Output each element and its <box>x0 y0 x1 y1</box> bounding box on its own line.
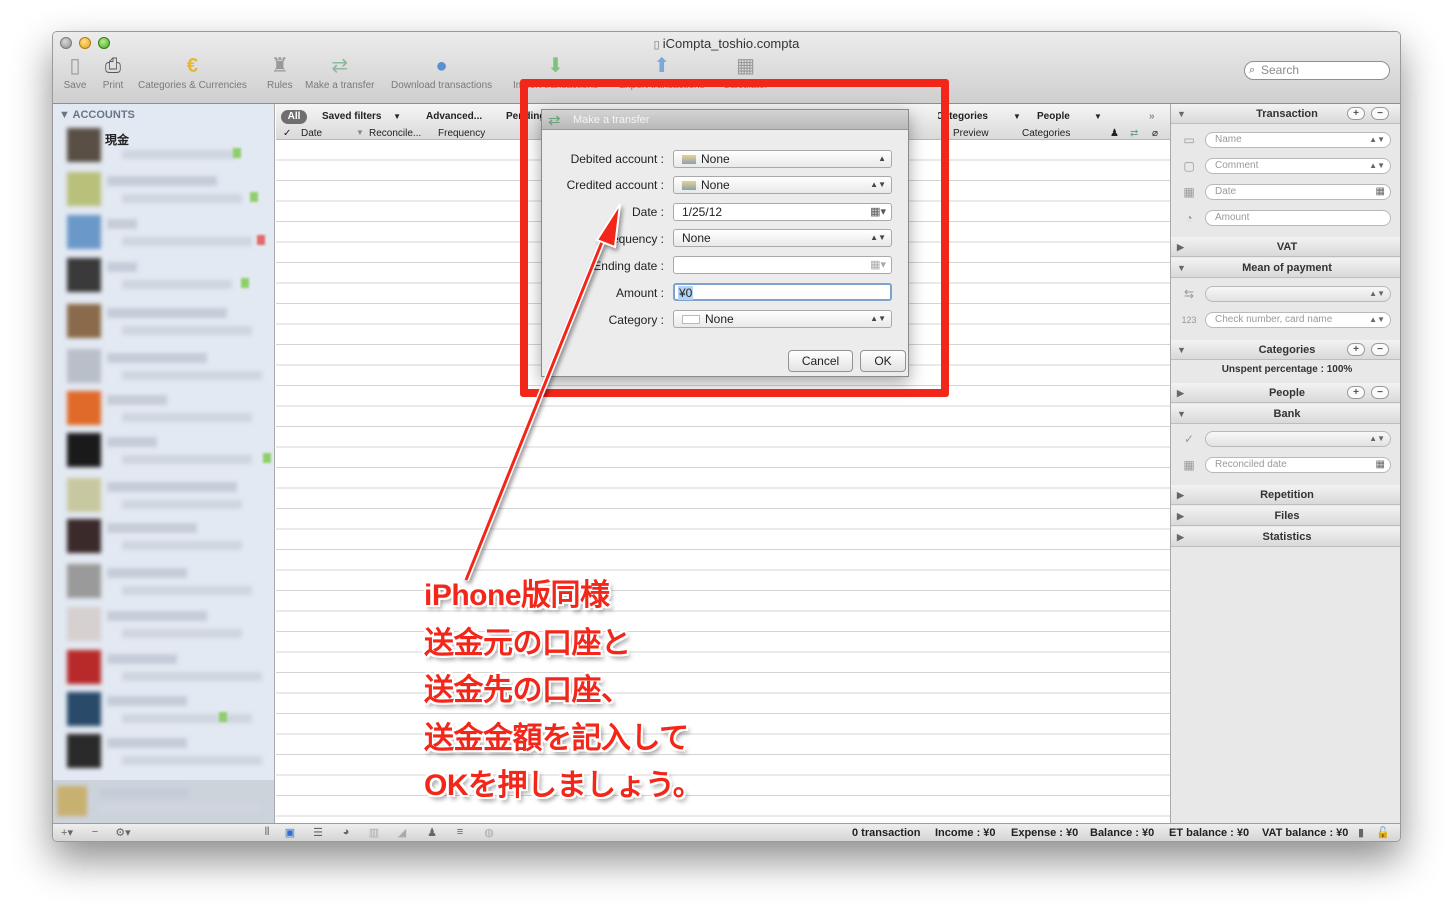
annotation-line: OKを押しましょう。 <box>424 769 703 802</box>
annotation-line: 送金先の口座、 <box>424 674 631 707</box>
annotation-text: iPhone版同様 送金元の口座と 送金先の口座、 送金金額を記入して OKを押… <box>424 572 703 810</box>
annotation-line: 送金金額を記入して <box>424 721 689 755</box>
annotation-arrow <box>463 203 621 582</box>
annotation-line: iPhone版同様 <box>424 579 610 612</box>
annotation-line: 送金元の口座と <box>424 626 631 660</box>
